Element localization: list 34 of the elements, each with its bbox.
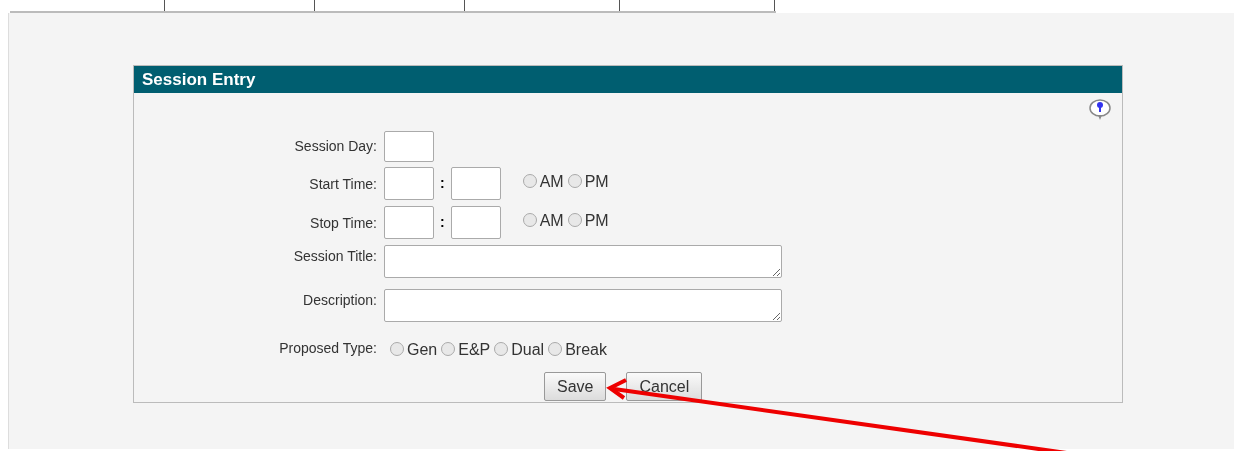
text-area[interactable] [384,245,782,278]
input-field[interactable] [450,167,501,200]
option-label: Dual [511,340,545,360]
radio-button[interactable] [441,341,456,356]
radio-button[interactable] [522,212,537,227]
field-label: Start Time: [309,175,377,194]
field-label: Session Title: [293,247,377,266]
radio-button[interactable] [522,173,537,188]
input-field[interactable] [384,167,434,200]
field-label: Proposed Type: [279,339,377,358]
radio-button[interactable] [390,341,404,356]
field-label: Session Day: [294,137,377,156]
input-field[interactable] [450,206,501,239]
field-label: Stop Time: [310,214,377,233]
time-separator: : [440,213,445,232]
radio-button[interactable] [494,341,509,356]
panel-title: Session Entry [142,68,256,91]
option-label: PM [584,172,609,192]
input-field[interactable] [384,206,434,239]
radio-button[interactable] [567,173,582,188]
input-field[interactable] [384,131,434,162]
field-label: Description: [303,291,377,310]
option-label: AM [539,172,564,192]
help-icon[interactable] [1088,99,1112,121]
option-label: Gen [407,340,438,360]
option-label: PM [584,211,609,231]
time-separator: : [440,174,445,193]
text-area[interactable] [384,289,782,322]
radio-button[interactable] [567,212,582,227]
option-label: AM [539,211,564,231]
radio-button[interactable] [548,341,563,356]
option-label: E&P [458,340,491,360]
form-button[interactable]: Save [544,372,607,401]
option-label: Break [565,340,607,360]
